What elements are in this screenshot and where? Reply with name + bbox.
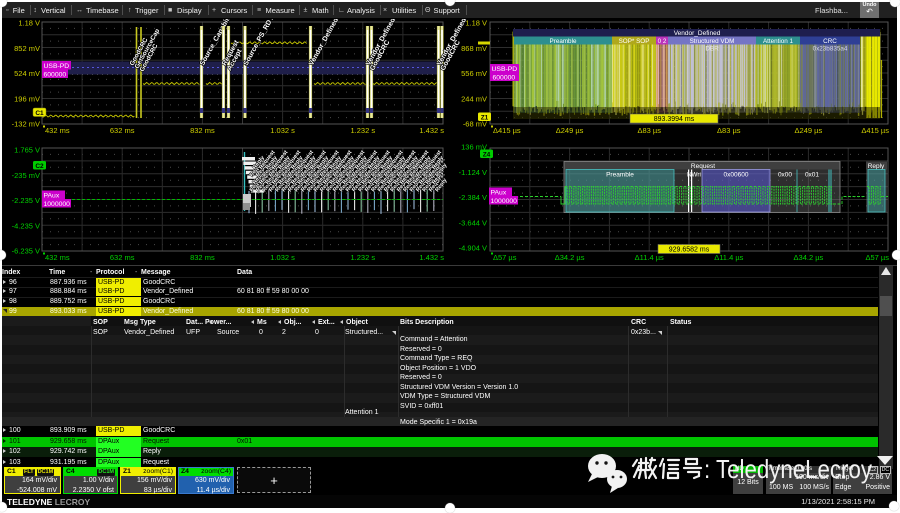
svg-text:: TeledyneLecroy: : TeledyneLecroy — [704, 454, 872, 484]
